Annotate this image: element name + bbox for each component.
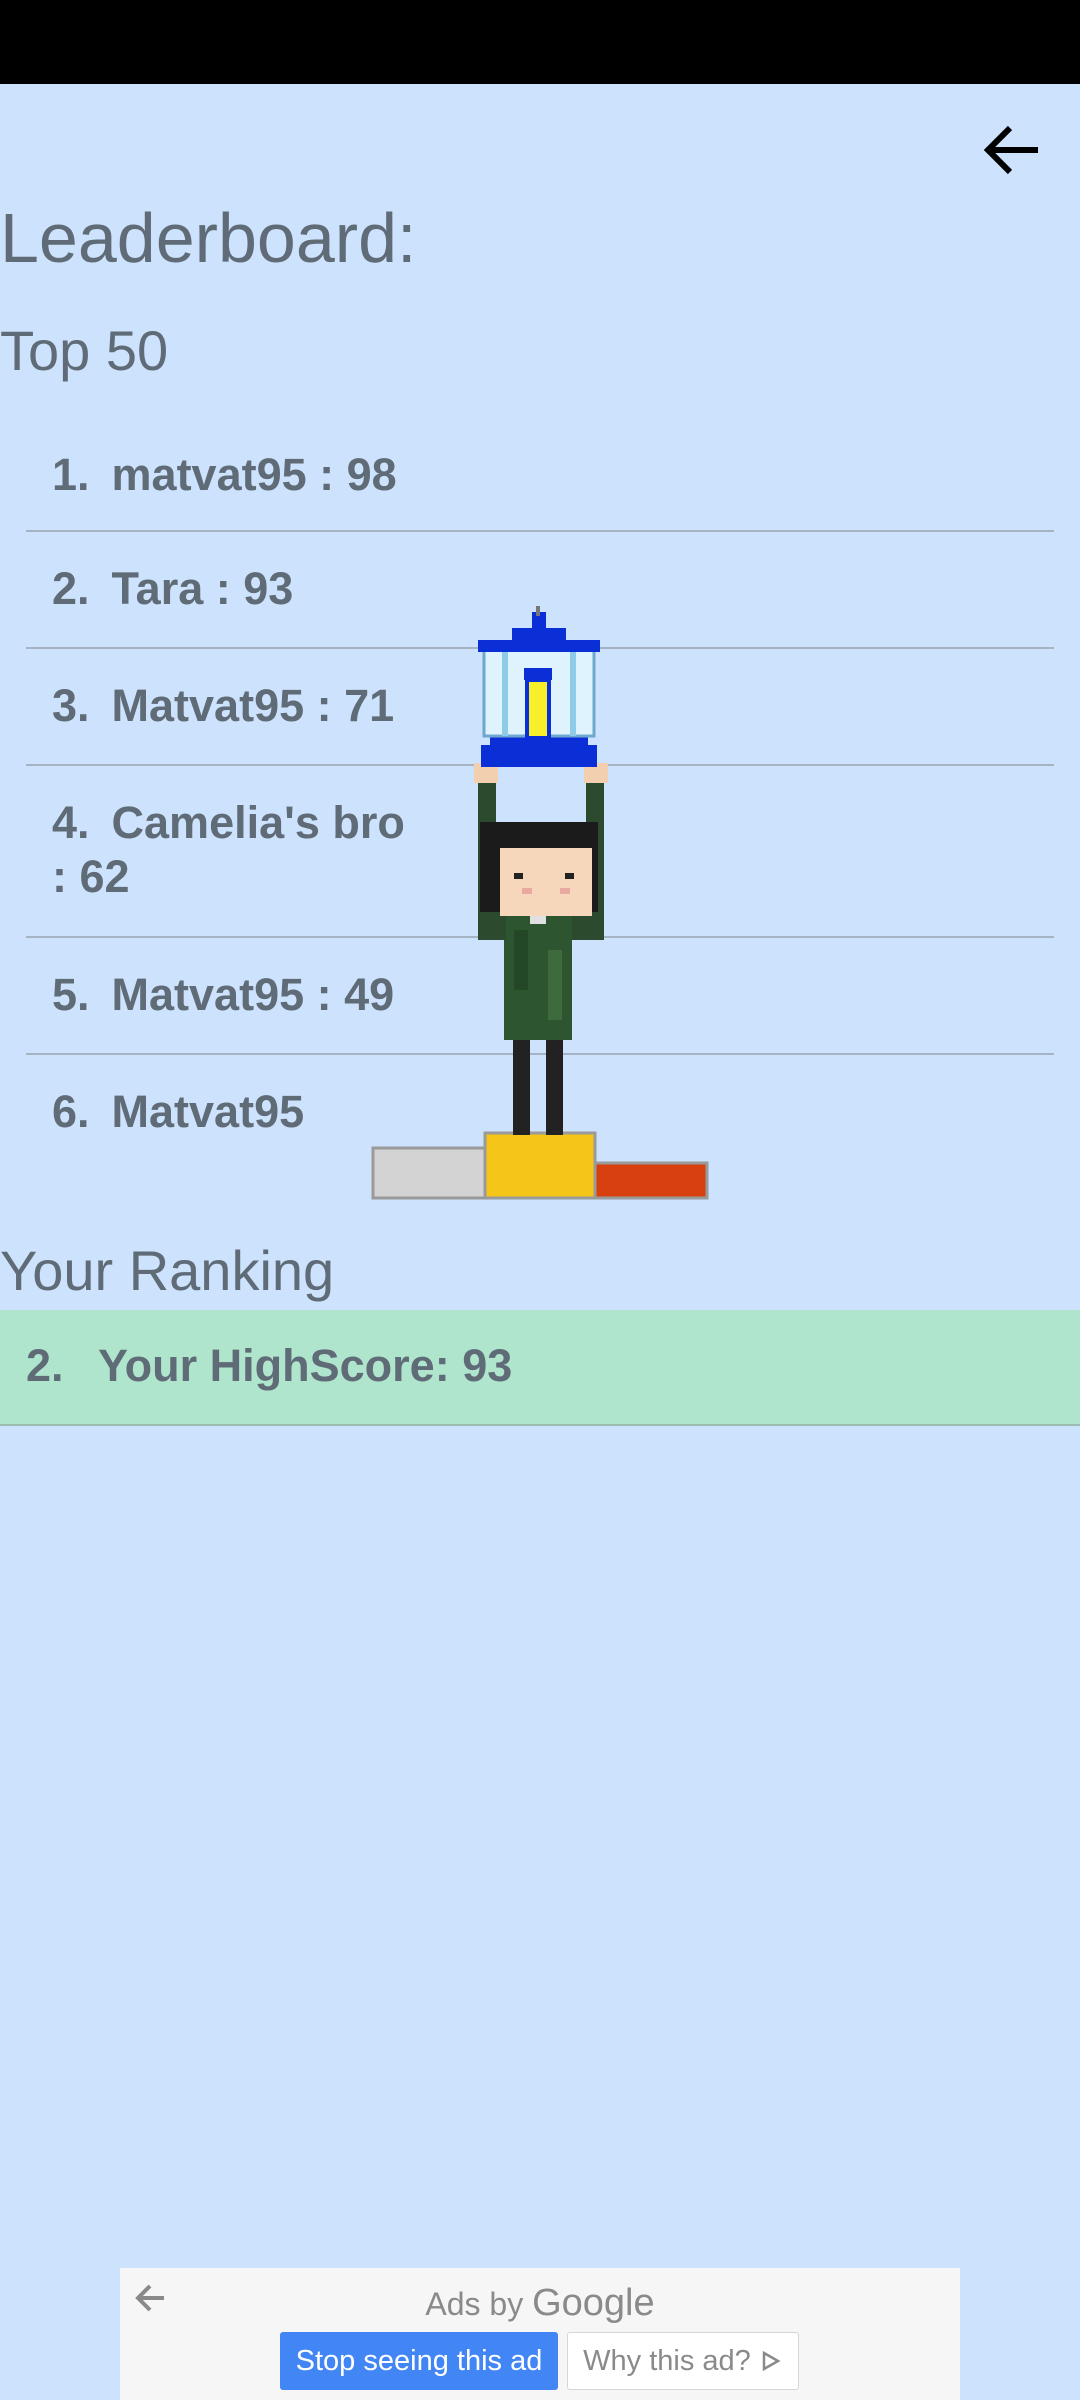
ads-by-text: Ads by xyxy=(425,2286,524,2322)
adchoices-icon xyxy=(762,2350,781,2372)
your-ranking-row: 2. Your HighScore: 93 xyxy=(0,1310,1080,1426)
back-button[interactable] xyxy=(972,110,1052,190)
your-highscore: Your HighScore: 93 xyxy=(98,1340,513,1391)
stop-seeing-ad-button[interactable]: Stop seeing this ad xyxy=(280,2332,558,2390)
arrow-left-icon xyxy=(983,125,1038,175)
why-this-ad-label: Why this ad? xyxy=(583,2344,751,2377)
podium-first xyxy=(483,1131,597,1200)
leaderboard-row: 1. matvat95 : 98 xyxy=(26,418,1054,532)
rank-number: 6. xyxy=(52,1086,90,1137)
why-this-ad-button[interactable]: Why this ad? xyxy=(567,2332,799,2390)
podium-second xyxy=(371,1146,487,1200)
rank-number: 1. xyxy=(52,449,90,500)
ad-banner[interactable]: Ads by Google Stop seeing this ad Why th… xyxy=(120,2268,960,2400)
trophy-character-illustration xyxy=(371,606,709,1200)
entry-text: matvat95 : 98 xyxy=(111,449,397,500)
rank-number: 5. xyxy=(52,969,90,1020)
entry-text: Matvat95 : 71 xyxy=(111,680,395,731)
google-logo: Google xyxy=(532,2282,655,2324)
status-bar xyxy=(0,0,1080,84)
section-title-top50: Top 50 xyxy=(0,319,169,382)
entry-text: Tara : 93 xyxy=(111,563,294,614)
rank-number: 2. xyxy=(52,563,90,614)
entry-text: Matvat95 xyxy=(111,1086,305,1137)
rank-number: 3. xyxy=(52,680,90,731)
page-title: Leaderboard: xyxy=(0,199,417,277)
entry-text: Matvat95 : 49 xyxy=(111,969,395,1020)
entry-text: Camelia's bro : 62 xyxy=(52,797,405,902)
your-ranking-title: Your Ranking xyxy=(0,1239,335,1302)
rank-number: 4. xyxy=(52,797,90,848)
podium-third xyxy=(593,1161,709,1200)
your-rank-number: 2. xyxy=(26,1340,64,1391)
ads-by-google-label: Ads by Google xyxy=(120,2282,960,2325)
